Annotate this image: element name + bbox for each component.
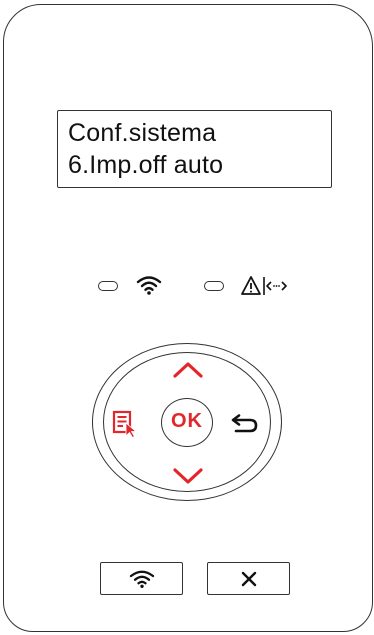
- wifi-button[interactable]: [100, 562, 183, 595]
- wifi-status-led: [98, 281, 118, 291]
- lcd-line-1: Conf.sistema: [68, 119, 217, 147]
- cancel-button[interactable]: [207, 562, 290, 595]
- wifi-indicator-icon: [136, 276, 162, 295]
- wifi-icon: [129, 570, 155, 588]
- menu-button[interactable]: [112, 410, 142, 438]
- error-status-led: [204, 281, 224, 291]
- warning-indicator-icon: [241, 276, 287, 295]
- up-button[interactable]: [171, 359, 205, 381]
- ok-label: OK: [171, 410, 203, 432]
- close-icon: [241, 571, 257, 587]
- back-button[interactable]: [228, 412, 260, 436]
- ok-button[interactable]: OK: [161, 398, 213, 447]
- chevron-up-icon: [173, 362, 203, 378]
- lcd-line-2: 6.Imp.off auto: [68, 151, 224, 179]
- printer-control-panel: [3, 4, 373, 632]
- lcd-display: Conf.sistema 6.Imp.off auto: [57, 110, 332, 188]
- menu-icon: [112, 410, 138, 438]
- down-button[interactable]: [171, 465, 205, 487]
- chevron-down-icon: [173, 468, 203, 484]
- back-icon: [231, 414, 258, 433]
